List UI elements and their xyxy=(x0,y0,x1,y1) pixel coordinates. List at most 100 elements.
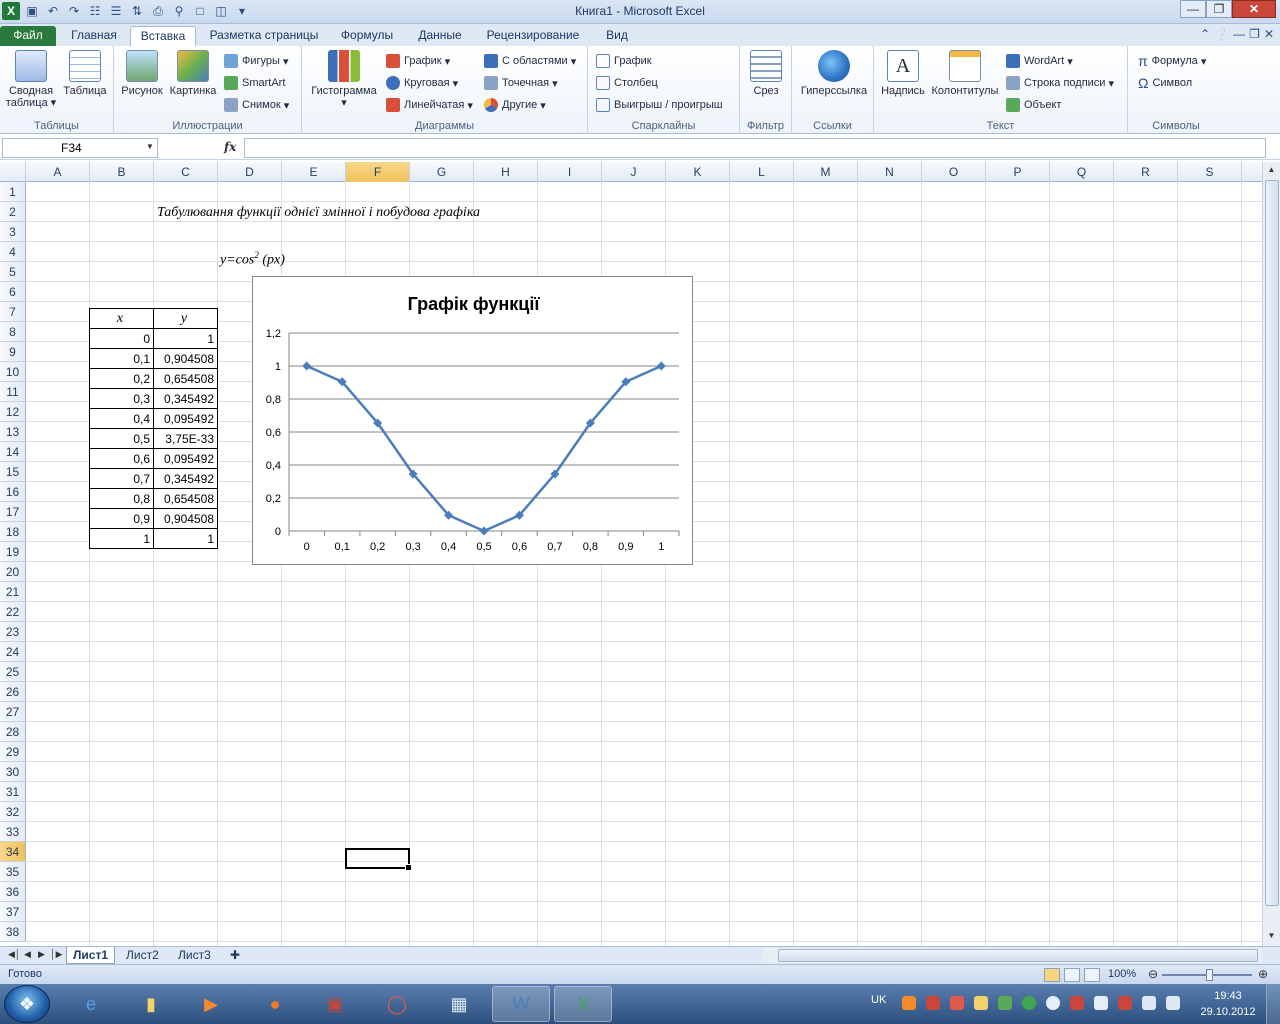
column-header-F[interactable]: F xyxy=(346,162,410,182)
row-header-23[interactable]: 23 xyxy=(0,622,26,642)
row-header-17[interactable]: 17 xyxy=(0,502,26,522)
formula-input[interactable] xyxy=(244,138,1266,158)
cell-y[interactable]: 1 xyxy=(153,528,218,549)
tab-data[interactable]: Данные xyxy=(410,26,470,46)
row-header-1[interactable]: 1 xyxy=(0,182,26,202)
wordart-button[interactable]: WordArt ▾ xyxy=(1006,52,1073,70)
cell-y[interactable]: 0,345492 xyxy=(153,468,218,489)
row-header-6[interactable]: 6 xyxy=(0,282,26,302)
tab-insert[interactable]: Вставка xyxy=(130,26,196,46)
restore-icon[interactable]: ❐ xyxy=(1206,0,1232,18)
tray-disc-icon[interactable] xyxy=(1046,996,1060,1010)
sparkline-column-button[interactable]: Столбец xyxy=(596,74,658,92)
row-header-14[interactable]: 14 xyxy=(0,442,26,462)
last-sheet-icon[interactable]: │▶ xyxy=(50,949,63,960)
tray-tool-icon[interactable] xyxy=(950,996,964,1010)
pie-chart-button[interactable]: Круговая ▾ xyxy=(386,74,458,92)
excel-taskbar-icon[interactable]: X xyxy=(554,986,612,1022)
chart[interactable]: Графік функції 0 0,2 0,4 0,6 0,8 1 1,2 0 0,1 0,2 0,… xyxy=(252,276,693,565)
column-header-K[interactable]: K xyxy=(666,162,730,182)
table-button[interactable]: Таблица xyxy=(60,50,110,97)
close-icon[interactable]: ✕ xyxy=(1232,0,1276,18)
language-indicator[interactable]: UK xyxy=(871,994,886,1006)
tray-app-icon[interactable] xyxy=(902,996,916,1010)
cell-y[interactable]: 0,095492 xyxy=(153,448,218,469)
histogram-button[interactable]: Гистограмма ▾ xyxy=(308,50,380,109)
row-header-29[interactable]: 29 xyxy=(0,742,26,762)
row-header-31[interactable]: 31 xyxy=(0,782,26,802)
doc-restore-icon[interactable]: ❐ xyxy=(1249,27,1260,41)
minimize-icon[interactable]: — xyxy=(1180,0,1206,18)
row-header-11[interactable]: 11 xyxy=(0,382,26,402)
chevron-down-icon[interactable]: ▼ xyxy=(146,142,154,151)
sparkline-line-button[interactable]: График xyxy=(596,52,652,70)
volume-icon[interactable] xyxy=(1166,996,1180,1010)
row-header-28[interactable]: 28 xyxy=(0,722,26,742)
cell-x[interactable]: 0,1 xyxy=(89,348,154,369)
horizontal-scrollbar[interactable] xyxy=(762,948,1262,963)
textbox-button[interactable]: A Надпись xyxy=(878,50,928,97)
help-icon[interactable]: ❔ xyxy=(1214,27,1229,41)
row-header-22[interactable]: 22 xyxy=(0,602,26,622)
row-header-16[interactable]: 16 xyxy=(0,482,26,502)
clock-time[interactable]: 19:43 xyxy=(1198,990,1258,1002)
zoom-out-icon[interactable]: ⊖ xyxy=(1148,967,1158,981)
row-header-32[interactable]: 32 xyxy=(0,802,26,822)
area-chart-button[interactable]: С областями ▾ xyxy=(484,52,576,70)
column-header-M[interactable]: M xyxy=(794,162,858,182)
fx-icon[interactable]: fx xyxy=(224,140,236,154)
object-button[interactable]: Объект xyxy=(1006,96,1061,114)
column-header-C[interactable]: C xyxy=(154,162,218,182)
clipart-button[interactable]: Картинка xyxy=(166,50,220,97)
cell-y[interactable]: 3,75E-33 xyxy=(153,428,218,449)
column-header-J[interactable]: J xyxy=(602,162,666,182)
equation-button[interactable]: π Формула ▾ xyxy=(1138,52,1206,70)
doc-close-icon[interactable]: ✕ xyxy=(1264,27,1274,41)
sheet-tab-2[interactable]: Лист2 xyxy=(120,947,165,964)
row-header-24[interactable]: 24 xyxy=(0,642,26,662)
doc-minimize-icon[interactable]: — xyxy=(1233,27,1245,41)
first-sheet-icon[interactable]: ◀│ xyxy=(8,949,21,960)
start-button-icon[interactable]: ❖ xyxy=(4,985,50,1023)
tray-monitor-icon[interactable] xyxy=(1142,996,1156,1010)
zoom-slider-thumb[interactable] xyxy=(1206,969,1213,981)
column-header-Q[interactable]: Q xyxy=(1050,162,1114,182)
cell-x[interactable]: 0,8 xyxy=(89,488,154,509)
tab-page-layout[interactable]: Разметка страницы xyxy=(204,26,324,46)
cell-x[interactable]: 0,3 xyxy=(89,388,154,409)
line-chart-button[interactable]: График ▾ xyxy=(386,52,450,70)
cell-x[interactable]: 0,2 xyxy=(89,368,154,389)
tray-shield-icon[interactable] xyxy=(998,996,1012,1010)
cell-y[interactable]: 0,654508 xyxy=(153,488,218,509)
normal-view-icon[interactable] xyxy=(1044,968,1060,982)
vertical-scrollbar[interactable]: ▲ ▼ xyxy=(1262,162,1280,946)
column-header-O[interactable]: O xyxy=(922,162,986,182)
column-header-N[interactable]: N xyxy=(858,162,922,182)
column-header-L[interactable]: L xyxy=(730,162,794,182)
column-header-A[interactable]: A xyxy=(26,162,90,182)
row-header-13[interactable]: 13 xyxy=(0,422,26,442)
row-header-12[interactable]: 12 xyxy=(0,402,26,422)
picture-button[interactable]: Рисунок xyxy=(118,50,166,97)
collapse-ribbon-icon[interactable]: ⌃ xyxy=(1200,27,1210,41)
tray-network-icon[interactable] xyxy=(1094,996,1108,1010)
tab-file[interactable]: Файл xyxy=(0,26,56,46)
sheet-tab-1[interactable]: Лист1 xyxy=(66,947,116,964)
pivot-table-button[interactable]: Сводная таблица ▾ xyxy=(4,50,58,109)
tray-alert-icon[interactable] xyxy=(1118,996,1132,1010)
row-header-33[interactable]: 33 xyxy=(0,822,26,842)
ie-icon[interactable]: e xyxy=(62,986,120,1022)
column-header-P[interactable]: P xyxy=(986,162,1050,182)
row-header-37[interactable]: 37 xyxy=(0,902,26,922)
cell-y[interactable]: 0,654508 xyxy=(153,368,218,389)
page-layout-view-icon[interactable] xyxy=(1064,968,1080,982)
calculator-icon[interactable]: ▦ xyxy=(430,986,488,1022)
row-header-9[interactable]: 9 xyxy=(0,342,26,362)
cell-x[interactable]: 0,5 xyxy=(89,428,154,449)
cell-x[interactable]: 0,9 xyxy=(89,508,154,529)
tray-flash-icon[interactable] xyxy=(926,996,940,1010)
screenshot-button[interactable]: Снимок ▾ xyxy=(224,96,289,114)
row-header-34[interactable]: 34 xyxy=(0,842,26,862)
word-icon[interactable]: W xyxy=(492,986,550,1022)
tray-check-icon[interactable] xyxy=(1022,996,1036,1010)
